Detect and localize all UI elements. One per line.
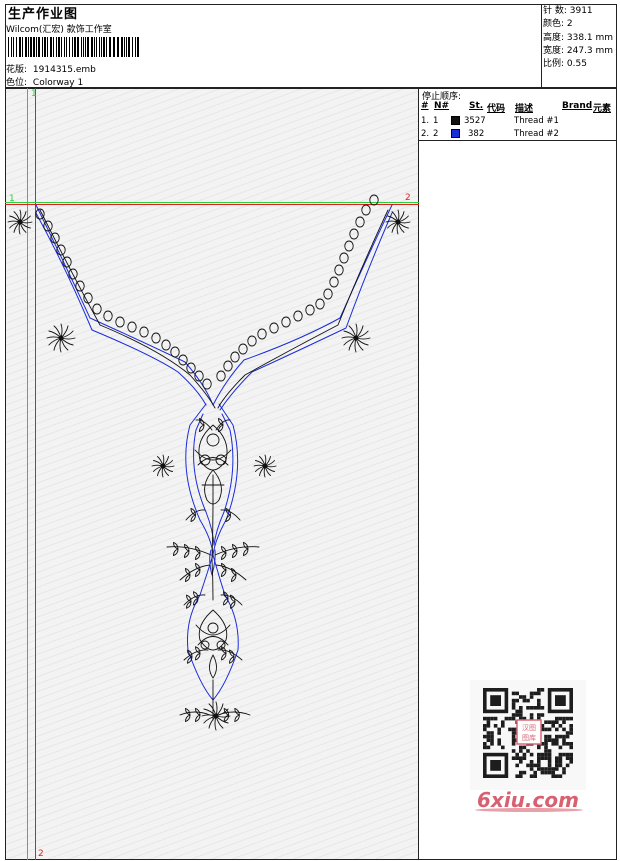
col-element: 元素 (593, 104, 612, 114)
central-knot-top (194, 424, 232, 506)
colorway-label: 色位: (6, 78, 28, 88)
flower-bursts (7, 209, 411, 731)
qr-badge-text: 汉图 (522, 724, 536, 732)
company-name: Wilcom(汇宏) 款饰工作室 (6, 25, 112, 35)
thread-row-1-index: 1. (421, 116, 430, 126)
central-knot-bottom (195, 609, 231, 679)
svg-text:图库: 图库 (522, 733, 536, 742)
thread-row-2-code: 382 (468, 129, 485, 139)
col-index: # (421, 101, 429, 111)
design-height: 高度: 338.1 mm (543, 32, 614, 43)
qr-code-icon: 汉图 图库 (483, 688, 573, 778)
thread-row-1-n: 1 (433, 116, 439, 126)
color-count: 颜色: 2 (543, 19, 573, 30)
col-desc: 描述 (515, 104, 534, 114)
design-row: 花版: 1914315.emb (6, 62, 96, 75)
design-scale: 比例: 0.55 (543, 59, 587, 70)
page-title: 生产作业图 (8, 7, 79, 22)
col-brand: Brand (562, 101, 593, 111)
thread-1-swatch (451, 116, 460, 125)
neckline-outline-blue (35, 204, 393, 701)
thread-row-1-desc: Thread #1 (514, 116, 559, 126)
design-file: 1914315.emb (32, 65, 96, 75)
thread-2-swatch (451, 129, 460, 138)
thread-row-1-code: 3527 (464, 116, 486, 126)
design-label: 花版: (6, 65, 28, 75)
barcode-icon (8, 37, 139, 57)
embroidery-design (7, 194, 411, 731)
thread-row-2-n: 2 (433, 129, 439, 139)
design-width: 宽度: 247.3 mm (543, 45, 614, 56)
stats-list: 针 数: 3911 颜色: 2 高度: 338.1 mm 宽度: 247.3 m… (543, 5, 613, 71)
watermark-swoosh (475, 808, 583, 812)
thread-row-2-desc: Thread #2 (514, 129, 559, 139)
scallop-loops (35, 194, 379, 390)
colorway-row: 色位: Colorway 1 (6, 75, 83, 88)
stitch-count: 针 数: 3911 (543, 6, 593, 16)
col-st: St. (469, 101, 484, 111)
neckline-stitches (39, 209, 389, 409)
col-n: N# (434, 101, 450, 111)
colorway-value: Colorway 1 (32, 78, 84, 88)
thread-row-2-index: 2. (421, 129, 430, 139)
qr-watermark: 汉图 图库 (470, 680, 586, 790)
panel-divider (419, 140, 616, 141)
col-code: 代码 (487, 104, 506, 114)
